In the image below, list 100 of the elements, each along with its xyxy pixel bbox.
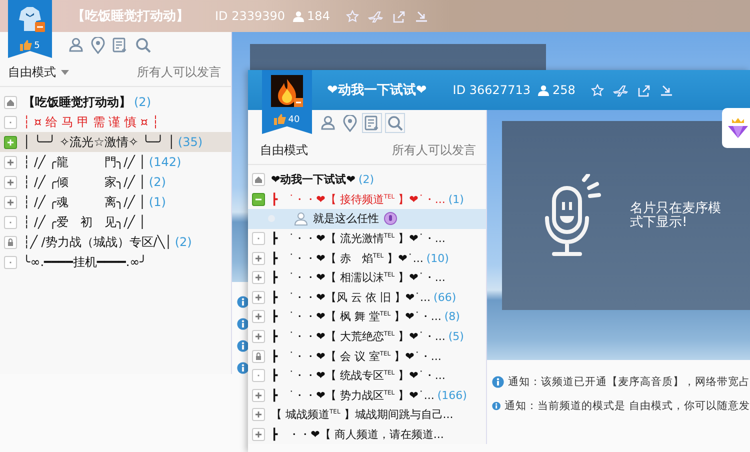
- user-icon[interactable]: [320, 115, 336, 131]
- channel-row[interactable]: 【吃饭睡觉打动动】 (2): [0, 92, 231, 112]
- expand-icon[interactable]: [252, 428, 265, 442]
- expand-icon[interactable]: [4, 136, 17, 148]
- lock-icon[interactable]: [4, 236, 17, 248]
- badge-icon: [384, 212, 397, 226]
- notice-text: 通知：当前频道的模式是 自由模式，你可以随意发: [504, 398, 750, 412]
- expand-icon[interactable]: [252, 388, 265, 402]
- channel-row[interactable]: ┆ /╱ ╭龍 門╮/╱ │ (142): [0, 152, 231, 172]
- channel-name: ┣ ˙・・❤【 流光激情$^{TEL}$ 】❤˙・...: [271, 231, 446, 246]
- mode-dropdown[interactable]: 自由模式: [260, 142, 308, 158]
- expand-icon[interactable]: [4, 196, 17, 208]
- share-icon[interactable]: [392, 10, 406, 22]
- expand-icon[interactable]: [252, 252, 265, 265]
- user-icon: [294, 212, 308, 226]
- channel-name: ┣ ˙・・❤【 赤 焰$^{TEL}$ 】❤˙...: [271, 250, 424, 266]
- expand-icon[interactable]: [252, 310, 265, 324]
- location-pin-icon[interactable]: [91, 36, 105, 54]
- thumbs-up-icon: [274, 114, 286, 125]
- info-icon: [492, 376, 504, 388]
- channel-name: ┣ ˙・・❤【 相濡以沫$^{TEL}$ 】❤˙・...: [271, 270, 446, 286]
- notes-icon[interactable]: [364, 115, 380, 131]
- channel-row[interactable]: ┣ ˙・・❤【 枫 舞 堂$^{TEL}$ 】❤˙・... (8): [248, 307, 486, 327]
- member-count: 258: [552, 83, 576, 97]
- info-icon: [492, 400, 501, 412]
- channel-row[interactable]: ┣ ˙・・❤【 统战专区$^{TEL}$ 】❤˙・...: [248, 366, 486, 386]
- user-icon[interactable]: [68, 37, 84, 53]
- user-count: (66): [434, 290, 456, 304]
- home-icon[interactable]: [4, 96, 17, 108]
- channel-row[interactable]: ❤动我一下试试❤ (2): [248, 170, 486, 190]
- user-count: (8): [444, 310, 460, 324]
- channel-row[interactable]: ┣ ・・❤【 商人频道，请在频道...: [248, 424, 486, 444]
- collapse-icon[interactable]: [252, 192, 265, 206]
- like-count: 40: [288, 114, 300, 124]
- plane-icon[interactable]: [368, 10, 383, 22]
- expand-icon[interactable]: [252, 330, 265, 344]
- user-count: (10): [426, 252, 449, 265]
- expand-icon[interactable]: [252, 271, 265, 284]
- thumbs-up-icon: [20, 40, 32, 51]
- channel-row[interactable]: ┣ ˙・・❤【 大荒绝恋$^{TEL}$ 】❤˙・... (5): [248, 326, 486, 346]
- channel-row[interactable]: ┣ ˙・・❤【 流光激情$^{TEL}$ 】❤˙・...: [248, 228, 486, 248]
- channel-name: ┣ ˙・・❤【 接待频道$^{TEL}$ 】❤˙・...: [271, 192, 446, 207]
- channel-row[interactable]: ┣ ˙・・❤【 接待频道$^{TEL}$ 】❤˙・... (1): [248, 190, 486, 210]
- speak-permission: 所有人可以发言: [137, 64, 221, 80]
- channel-name: ┆╱ /势力战（城战）专区/╲│: [23, 234, 172, 250]
- channel-name: ┣ ˙・・❤【 大荒绝恋$^{TEL}$ 】❤˙・...: [271, 329, 446, 344]
- channel-row[interactable]: ┆ ¤ 给 马 甲 需 谨 慎 ¤ ┆: [0, 112, 231, 132]
- person-icon: [538, 84, 550, 96]
- channel-row[interactable]: │ ╰─╯ ✧流光☆激情✧ ╰─╯ │ (35): [0, 132, 231, 152]
- channel-row[interactable]: ┣ ˙・・❤【 势力战区$^{TEL}$ 】❤˙... (166): [248, 386, 486, 406]
- vip-badge[interactable]: [722, 108, 750, 148]
- mode-dropdown[interactable]: 自由模式: [8, 64, 56, 80]
- lock-icon[interactable]: [252, 350, 265, 363]
- channel-name: ┣ ˙・・❤【 会 议 室$^{TEL}$ 】❤˙・...: [271, 348, 442, 364]
- channel-name: ┣ ˙・・❤【 势力战区$^{TEL}$ 】❤˙...: [271, 388, 434, 403]
- user-count: (2): [174, 235, 192, 249]
- home-icon[interactable]: [252, 173, 265, 186]
- search-icon[interactable]: [135, 37, 151, 53]
- notice-text: 通知：该频道已开通【麦序高音质】，网络带宽占: [508, 374, 750, 388]
- notes-icon[interactable]: [112, 37, 128, 53]
- channel-name: ╰∞.━━━━挂机━━━━.∞╯: [23, 254, 147, 270]
- user-count: (166): [437, 388, 467, 402]
- channel-row[interactable]: ┣ ˙・・❤【 赤 焰$^{TEL}$ 】❤˙... (10): [248, 248, 486, 268]
- channel-row[interactable]: ┆╱ /势力战（城战）专区/╲│ (2): [0, 232, 231, 252]
- channel-row[interactable]: ┆ /╱ ╭倾 家╮/╱ │ (2): [0, 172, 231, 192]
- channel-name: ┆ /╱ ╭魂 离╮/╱ │: [23, 194, 146, 210]
- channel-row[interactable]: ┣ ˙・・❤【 相濡以沫$^{TEL}$ 】❤˙・...: [248, 268, 486, 288]
- member-count: 184: [307, 9, 330, 23]
- search-icon[interactable]: [387, 115, 403, 131]
- channel-row[interactable]: 【 城战频道$^{TEL}$ 】城战期间跳与自己...: [248, 405, 486, 425]
- user-count: (1): [448, 192, 464, 206]
- expand-icon[interactable]: [4, 156, 17, 168]
- channel-title: ❤动我一下试试❤: [327, 82, 427, 99]
- channel-name: ┣ ˙・・❤【 枫 舞 堂$^{TEL}$ 】❤˙・...: [271, 309, 442, 324]
- user-count: (35): [178, 135, 203, 149]
- channel-row[interactable]: ┣ ˙・・❤【 会 议 室$^{TEL}$ 】❤˙・...: [248, 346, 486, 366]
- caret-icon[interactable]: [61, 70, 69, 74]
- channel-row[interactable]: ┣ ˙・・❤【风 云 依 旧 】❤˙... (66): [248, 288, 486, 308]
- like-count: 5: [34, 40, 40, 50]
- channel-row[interactable]: ┆ /╱ ╭魂 离╮/╱ │ (1): [0, 192, 231, 212]
- card-message: 名片只在麦序模式下显示!: [630, 202, 722, 230]
- expand-icon[interactable]: [4, 176, 17, 188]
- channel-name: ┆ ¤ 给 马 甲 需 谨 慎 ¤ ┆: [23, 114, 160, 130]
- plane-icon[interactable]: [613, 84, 628, 96]
- location-pin-icon[interactable]: [343, 114, 357, 132]
- star-icon[interactable]: [346, 10, 359, 22]
- expand-icon[interactable]: [252, 290, 265, 304]
- user-count: (2): [134, 95, 151, 109]
- share-icon[interactable]: [637, 84, 652, 96]
- star-icon[interactable]: [591, 84, 604, 96]
- download-icon[interactable]: [414, 10, 428, 22]
- user-count: (5): [448, 330, 464, 344]
- person-icon: [293, 10, 304, 22]
- channel-row[interactable]: ┆ /╱ ╭爱 初 见╮/╱ │: [0, 212, 231, 232]
- channel-id: ID 2339390: [215, 9, 286, 23]
- member-row[interactable]: 就是这么任性: [248, 209, 486, 229]
- expand-icon[interactable]: [252, 408, 265, 422]
- channel-name: 【 城战频道$^{TEL}$ 】城战期间跳与自己...: [271, 407, 454, 422]
- download-icon[interactable]: [660, 84, 674, 96]
- channel-row[interactable]: ╰∞.━━━━挂机━━━━.∞╯: [0, 252, 231, 272]
